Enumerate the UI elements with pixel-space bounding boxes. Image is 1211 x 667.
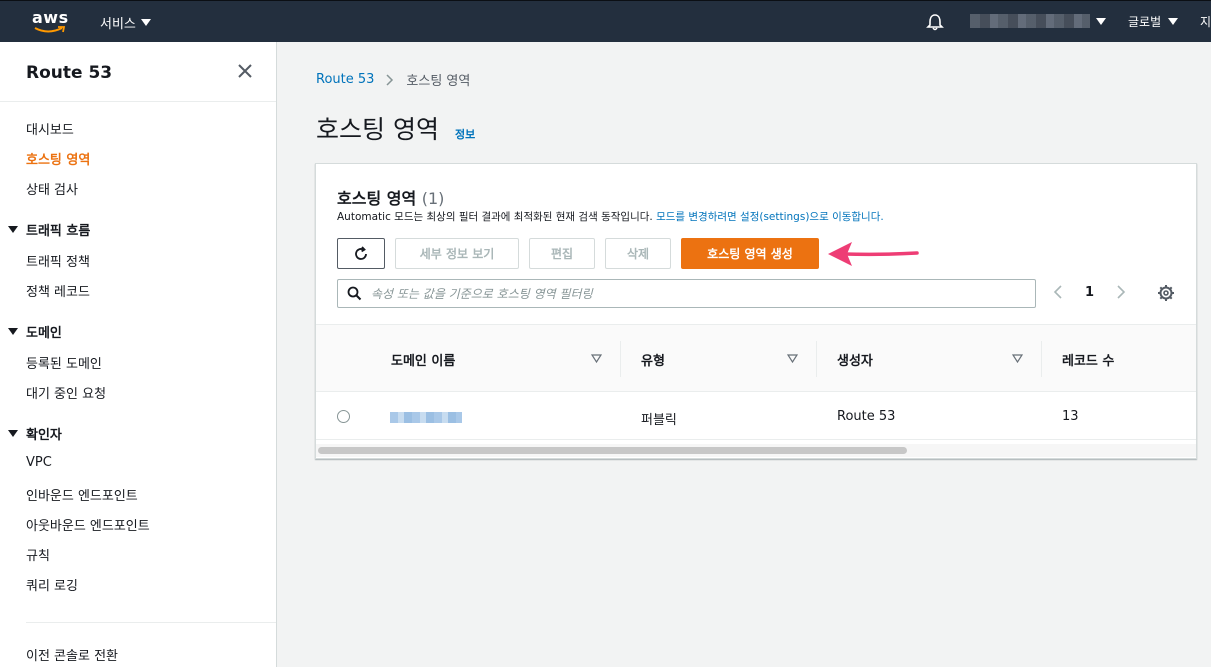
search-input[interactable] xyxy=(371,286,1011,301)
sidebar-item-query-logging[interactable]: 쿼리 로깅 xyxy=(26,575,78,594)
row-type: 퍼블릭 xyxy=(641,413,677,428)
search-icon xyxy=(347,286,362,301)
aws-logo-text: aws xyxy=(32,8,69,27)
sidebar-item-vpc[interactable]: VPC xyxy=(26,455,52,470)
annotation-arrow-icon xyxy=(828,242,919,266)
column-header-record-count[interactable]: 레코드 수 xyxy=(1062,350,1114,369)
sidebar-item-registered-domains[interactable]: 등록된 도메인 xyxy=(26,353,102,372)
page-title: 호스팅 영역 xyxy=(316,115,439,144)
column-header-domain-name[interactable]: 도메인 이름 xyxy=(391,350,455,369)
chevron-right-icon[interactable] xyxy=(1116,284,1126,300)
breadcrumb-link-route53[interactable]: Route 53 xyxy=(316,72,374,87)
aws-smile-icon xyxy=(34,26,66,33)
account-name-redacted xyxy=(970,14,1090,28)
services-label: 서비스 xyxy=(100,17,136,32)
sidebar-item-inbound-endpoints[interactable]: 인바운드 엔드포인트 xyxy=(26,485,138,504)
sidebar-item-switch-old-console[interactable]: 이전 콘솔로 전환 xyxy=(26,645,118,664)
column-separator xyxy=(816,341,817,377)
edit-button[interactable]: 편집 xyxy=(529,238,595,269)
caret-down-icon xyxy=(8,226,18,233)
gear-icon[interactable] xyxy=(1157,284,1175,302)
sidebar-section-domains[interactable]: 도메인 xyxy=(8,322,62,341)
sidebar-item-policy-records[interactable]: 정책 레코드 xyxy=(26,281,90,300)
hosted-zone-count: (1) xyxy=(421,189,445,208)
top-nav: aws 서비스 글로벌 지 xyxy=(0,0,1211,42)
create-hosted-zone-button[interactable]: 호스팅 영역 생성 xyxy=(681,238,819,269)
table-header: 도메인 이름 유형 생성자 레코드 수 xyxy=(316,324,1196,392)
refresh-button[interactable] xyxy=(337,238,385,269)
horizontal-scrollbar-thumb[interactable] xyxy=(318,447,907,454)
filter-search[interactable] xyxy=(337,279,1036,308)
pagination: 1 xyxy=(1053,284,1126,300)
row-created-by: Route 53 xyxy=(837,409,896,424)
column-header-type[interactable]: 유형 xyxy=(641,350,665,369)
sort-icon[interactable] xyxy=(1012,354,1023,363)
close-icon[interactable] xyxy=(236,62,254,80)
panel-title: 호스팅 영역 (1) xyxy=(337,185,444,209)
page-number[interactable]: 1 xyxy=(1085,285,1094,300)
sidebar-item-rules[interactable]: 규칙 xyxy=(26,545,50,564)
sidebar-title: Route 53 xyxy=(26,63,113,83)
breadcrumb-current: 호스팅 영역 xyxy=(406,74,471,89)
column-header-created-by[interactable]: 생성자 xyxy=(837,350,873,369)
sidebar-item-health-checks[interactable]: 상태 검사 xyxy=(26,179,78,198)
hosted-zones-panel: 호스팅 영역 (1) Automatic 모드는 최상의 필터 결과에 최적화된… xyxy=(315,163,1197,459)
column-separator xyxy=(1041,341,1042,377)
sidebar-section-label: 도메인 xyxy=(26,326,62,341)
divider xyxy=(26,622,276,623)
aws-logo[interactable]: aws xyxy=(32,8,68,36)
view-details-button[interactable]: 세부 정보 보기 xyxy=(395,238,519,269)
sort-icon[interactable] xyxy=(591,354,602,363)
sidebar-item-outbound-endpoints[interactable]: 아웃바운드 엔드포인트 xyxy=(26,515,150,534)
sidebar-item-traffic-policies[interactable]: 트래픽 정책 xyxy=(26,251,90,270)
region-label: 글로벌 xyxy=(1128,15,1162,29)
info-link[interactable]: 정보 xyxy=(455,126,475,142)
sidebar-section-label: 트래픽 흐름 xyxy=(26,224,91,239)
sidebar-item-hosted-zones[interactable]: 호스팅 영역 xyxy=(26,149,90,168)
sidebar-section-traffic-flow[interactable]: 트래픽 흐름 xyxy=(8,220,90,239)
row-record-count: 13 xyxy=(1062,409,1079,424)
refresh-icon xyxy=(355,245,367,260)
caret-down-icon xyxy=(8,328,18,335)
bell-icon[interactable] xyxy=(925,12,945,32)
divider xyxy=(0,101,276,102)
panel-description: Automatic 모드는 최상의 필터 결과에 최적화된 현재 검색 동작입니… xyxy=(337,209,884,224)
sort-icon[interactable] xyxy=(787,354,798,363)
row-select-radio[interactable] xyxy=(337,410,350,423)
sidebar-item-pending-requests[interactable]: 대기 중인 요청 xyxy=(26,383,106,402)
services-menu[interactable]: 서비스 xyxy=(100,13,151,32)
region-menu[interactable]: 글로벌 xyxy=(1128,13,1179,30)
description-text: Automatic 모드는 최상의 필터 결과에 최적화된 현재 검색 동작입니… xyxy=(337,211,657,223)
chevron-down-icon xyxy=(140,19,151,26)
account-menu[interactable] xyxy=(970,14,1106,28)
chevron-left-icon[interactable] xyxy=(1053,284,1063,300)
panel-title-text: 호스팅 영역 xyxy=(337,189,417,208)
sidebar-section-resolver[interactable]: 확인자 xyxy=(8,424,62,443)
chevron-down-icon xyxy=(1096,17,1106,25)
column-separator xyxy=(620,341,621,377)
caret-down-icon xyxy=(8,430,18,437)
sidebar-item-dashboard[interactable]: 대시보드 xyxy=(26,119,74,138)
sidebar-section-label: 확인자 xyxy=(26,428,62,443)
settings-link[interactable]: 모드를 변경하려면 설정(settings)으로 이동합니다. xyxy=(656,211,884,223)
sidebar: Route 53 대시보드 호스팅 영역 상태 검사 트래픽 흐름 트래픽 정책… xyxy=(0,42,277,667)
table-row[interactable]: 퍼블릭 Route 53 13 xyxy=(316,393,1196,440)
breadcrumb: Route 53 호스팅 영역 xyxy=(316,70,470,89)
support-menu[interactable]: 지 xyxy=(1200,13,1211,30)
delete-button[interactable]: 삭제 xyxy=(605,238,671,269)
domain-name-link-redacted[interactable] xyxy=(390,412,462,423)
chevron-right-icon xyxy=(386,73,394,86)
chevron-down-icon xyxy=(1168,18,1179,25)
